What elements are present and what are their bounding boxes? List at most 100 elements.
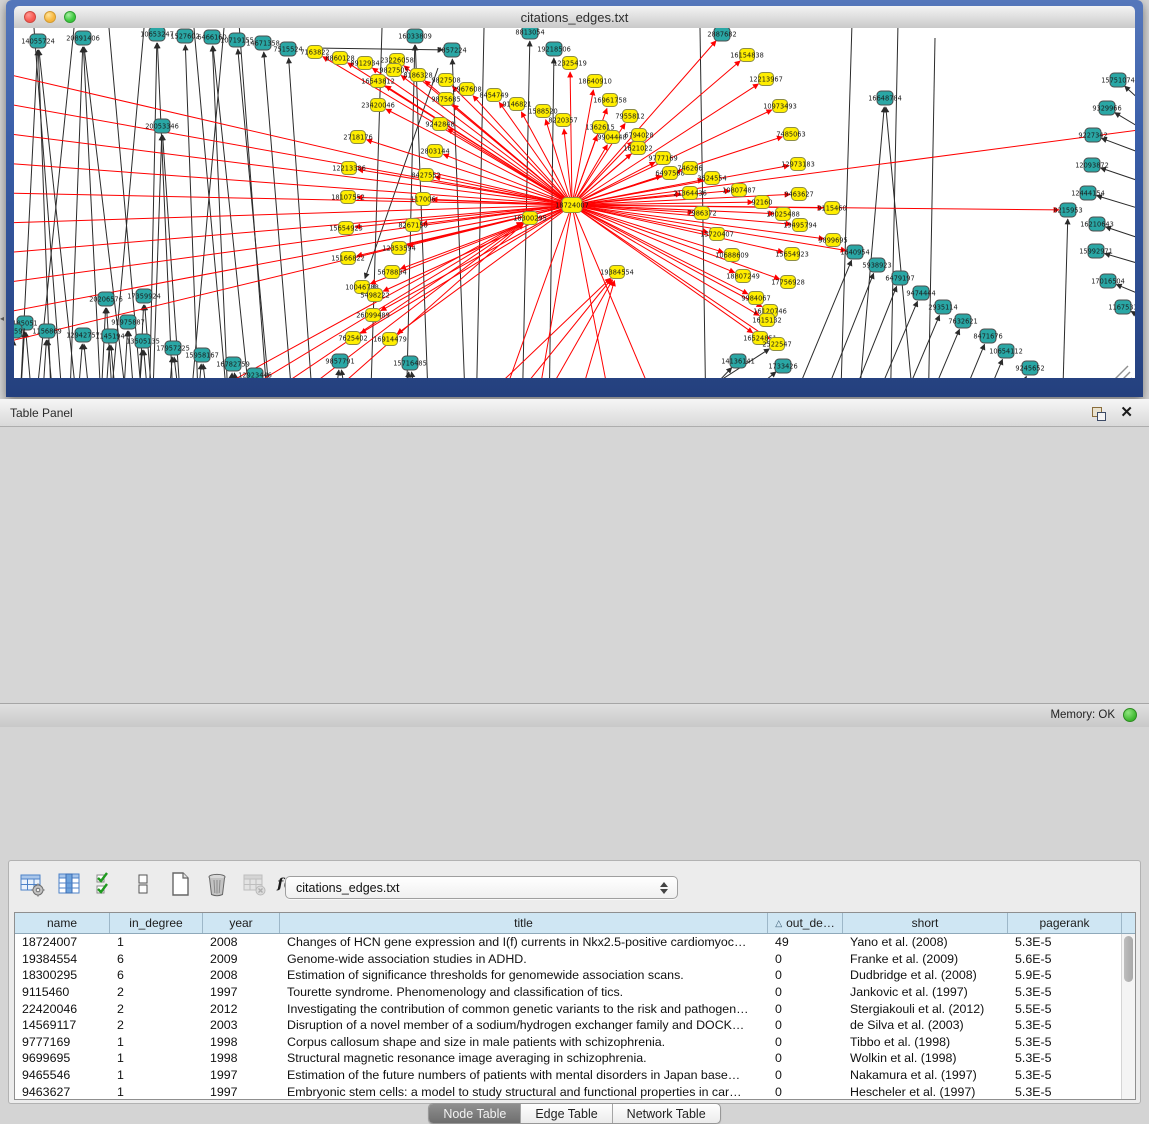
red-edge[interactable]	[572, 205, 783, 252]
row-height-icon[interactable]	[129, 870, 157, 898]
cell-title: Genome-wide association studies in ADHD.	[280, 952, 768, 966]
new-document-icon[interactable]	[166, 870, 194, 898]
graph-node-label: 12973183	[781, 160, 815, 168]
scrollbar-thumb[interactable]	[1124, 936, 1133, 982]
black-edge[interactable]	[332, 370, 339, 378]
black-edge[interactable]	[1097, 196, 1135, 213]
column-header-title[interactable]: title	[280, 913, 768, 933]
black-edge[interactable]	[341, 370, 350, 378]
black-edge[interactable]	[928, 38, 935, 378]
cell-short: Franke et al. (2009)	[843, 952, 1008, 966]
column-header-short[interactable]: short	[843, 913, 1008, 933]
network-view-window[interactable]: citations_edges.txt 14055724208914061065…	[6, 0, 1143, 397]
red-edge[interactable]	[358, 169, 572, 205]
black-edge[interactable]	[1116, 284, 1135, 300]
table-row[interactable]: 969969511998Structural magnetic resonanc…	[15, 1050, 1122, 1067]
black-edge[interactable]	[920, 329, 960, 378]
black-edge[interactable]	[857, 107, 884, 378]
cell-in_degree: 2	[110, 1002, 203, 1016]
black-edge[interactable]	[886, 107, 915, 378]
black-edge[interactable]	[1006, 376, 1026, 378]
black-edge[interactable]	[189, 28, 224, 378]
column-header-name[interactable]: name	[15, 913, 110, 933]
table-row[interactable]: 911546021997Tourette syndrome. Phenomeno…	[15, 984, 1122, 1001]
table-row[interactable]: 1830029562008Estimation of significance …	[15, 967, 1122, 984]
black-edge[interactable]	[952, 344, 985, 378]
network-graph[interactable]: 1405572420891406106532471527602646616010…	[14, 28, 1135, 378]
red-edge[interactable]	[572, 205, 664, 378]
black-edge[interactable]	[890, 28, 898, 378]
graph-node-label: 10654112	[989, 347, 1023, 355]
black-edge[interactable]	[1131, 311, 1135, 324]
float-panel-icon[interactable]	[1092, 407, 1105, 420]
black-edge[interactable]	[238, 49, 272, 378]
black-edge[interactable]	[894, 315, 939, 378]
column-header-year[interactable]: year	[203, 913, 280, 933]
black-edge[interactable]	[402, 372, 409, 378]
black-edge[interactable]	[76, 344, 82, 378]
table-row[interactable]: 1872400712008Changes of HCN gene express…	[15, 934, 1122, 951]
red-edge[interactable]	[14, 133, 572, 205]
column-header-label: pagerank	[1039, 916, 1089, 930]
black-edge[interactable]	[194, 28, 229, 378]
tab-node-table[interactable]: Node Table	[429, 1104, 521, 1123]
black-edge[interactable]	[411, 372, 420, 378]
black-edge[interactable]	[314, 48, 443, 50]
red-edge[interactable]	[572, 128, 1135, 205]
black-edge[interactable]	[213, 46, 252, 378]
black-edge[interactable]	[239, 28, 269, 378]
cell-in_degree: 2	[110, 985, 203, 999]
table-row[interactable]: 946362711997Embryonic stem cells: a mode…	[15, 1083, 1122, 1099]
table-row[interactable]: 1938455462009Genome-wide association stu…	[15, 951, 1122, 968]
black-edge[interactable]	[976, 359, 1003, 378]
cell-name: 9699695	[15, 1051, 110, 1065]
close-panel-icon[interactable]: ✕	[1120, 403, 1133, 421]
column-header-outde[interactable]: △out_de…	[768, 913, 843, 933]
black-edge[interactable]	[840, 28, 852, 378]
table-settings-icon[interactable]	[18, 870, 46, 898]
table-scrollbar[interactable]	[1121, 934, 1135, 1099]
select-rows-icon[interactable]	[92, 870, 120, 898]
black-edge[interactable]	[1106, 227, 1135, 243]
cell-pagerank: 5.6E-5	[1008, 952, 1122, 966]
table-row[interactable]: 946554611997Estimation of the future num…	[15, 1067, 1122, 1084]
black-edge[interactable]	[406, 45, 415, 378]
cell-pagerank: 5.3E-5	[1008, 1085, 1122, 1099]
column-header-indegree[interactable]: in_degree	[110, 913, 203, 933]
black-edge[interactable]	[26, 332, 34, 378]
splitter-collapse-icon[interactable]: ◂	[0, 314, 4, 323]
red-edge[interactable]	[574, 281, 614, 378]
black-edge[interactable]	[1125, 86, 1135, 113]
black-edge[interactable]	[157, 43, 174, 378]
network-canvas[interactable]: 1405572420891406106532471527602646616010…	[14, 28, 1135, 378]
red-edge[interactable]	[386, 109, 572, 205]
tab-edge-table[interactable]: Edge Table	[521, 1104, 612, 1123]
column-header-pagerank[interactable]: pagerank	[1008, 913, 1122, 933]
red-edge[interactable]	[386, 86, 572, 205]
black-edge[interactable]	[104, 345, 109, 378]
black-edge[interactable]	[203, 364, 210, 378]
table-row[interactable]: 1456911722003Disruption of a novel membe…	[15, 1017, 1122, 1034]
table-row[interactable]: 2242004622012Investigating the contribut…	[15, 1000, 1122, 1017]
red-edge[interactable]	[14, 205, 572, 283]
black-edge[interactable]	[289, 58, 314, 378]
select-columns-icon[interactable]	[55, 870, 83, 898]
table-selector-dropdown[interactable]: citations_edges.txt	[285, 876, 678, 899]
red-edge[interactable]	[199, 223, 522, 378]
red-edge[interactable]	[367, 140, 572, 205]
red-edge[interactable]	[570, 72, 572, 205]
red-edge[interactable]	[534, 280, 613, 378]
window-titlebar[interactable]: citations_edges.txt	[14, 6, 1135, 29]
black-edge[interactable]	[1101, 168, 1135, 186]
black-edge[interactable]	[1105, 254, 1135, 268]
black-edge[interactable]	[1101, 138, 1135, 158]
black-edge[interactable]	[84, 344, 92, 378]
black-edge[interactable]	[227, 373, 232, 378]
delete-trash-icon[interactable]	[203, 870, 231, 898]
table-row[interactable]: 977716911998Corpus callosum shape and si…	[15, 1034, 1122, 1051]
red-edge[interactable]	[534, 205, 572, 378]
tab-network-table[interactable]: Network Table	[613, 1104, 720, 1123]
dropdown-arrows-icon	[660, 882, 668, 894]
graph-node-label: 17016504	[1091, 277, 1125, 285]
black-edge[interactable]	[1062, 219, 1068, 378]
